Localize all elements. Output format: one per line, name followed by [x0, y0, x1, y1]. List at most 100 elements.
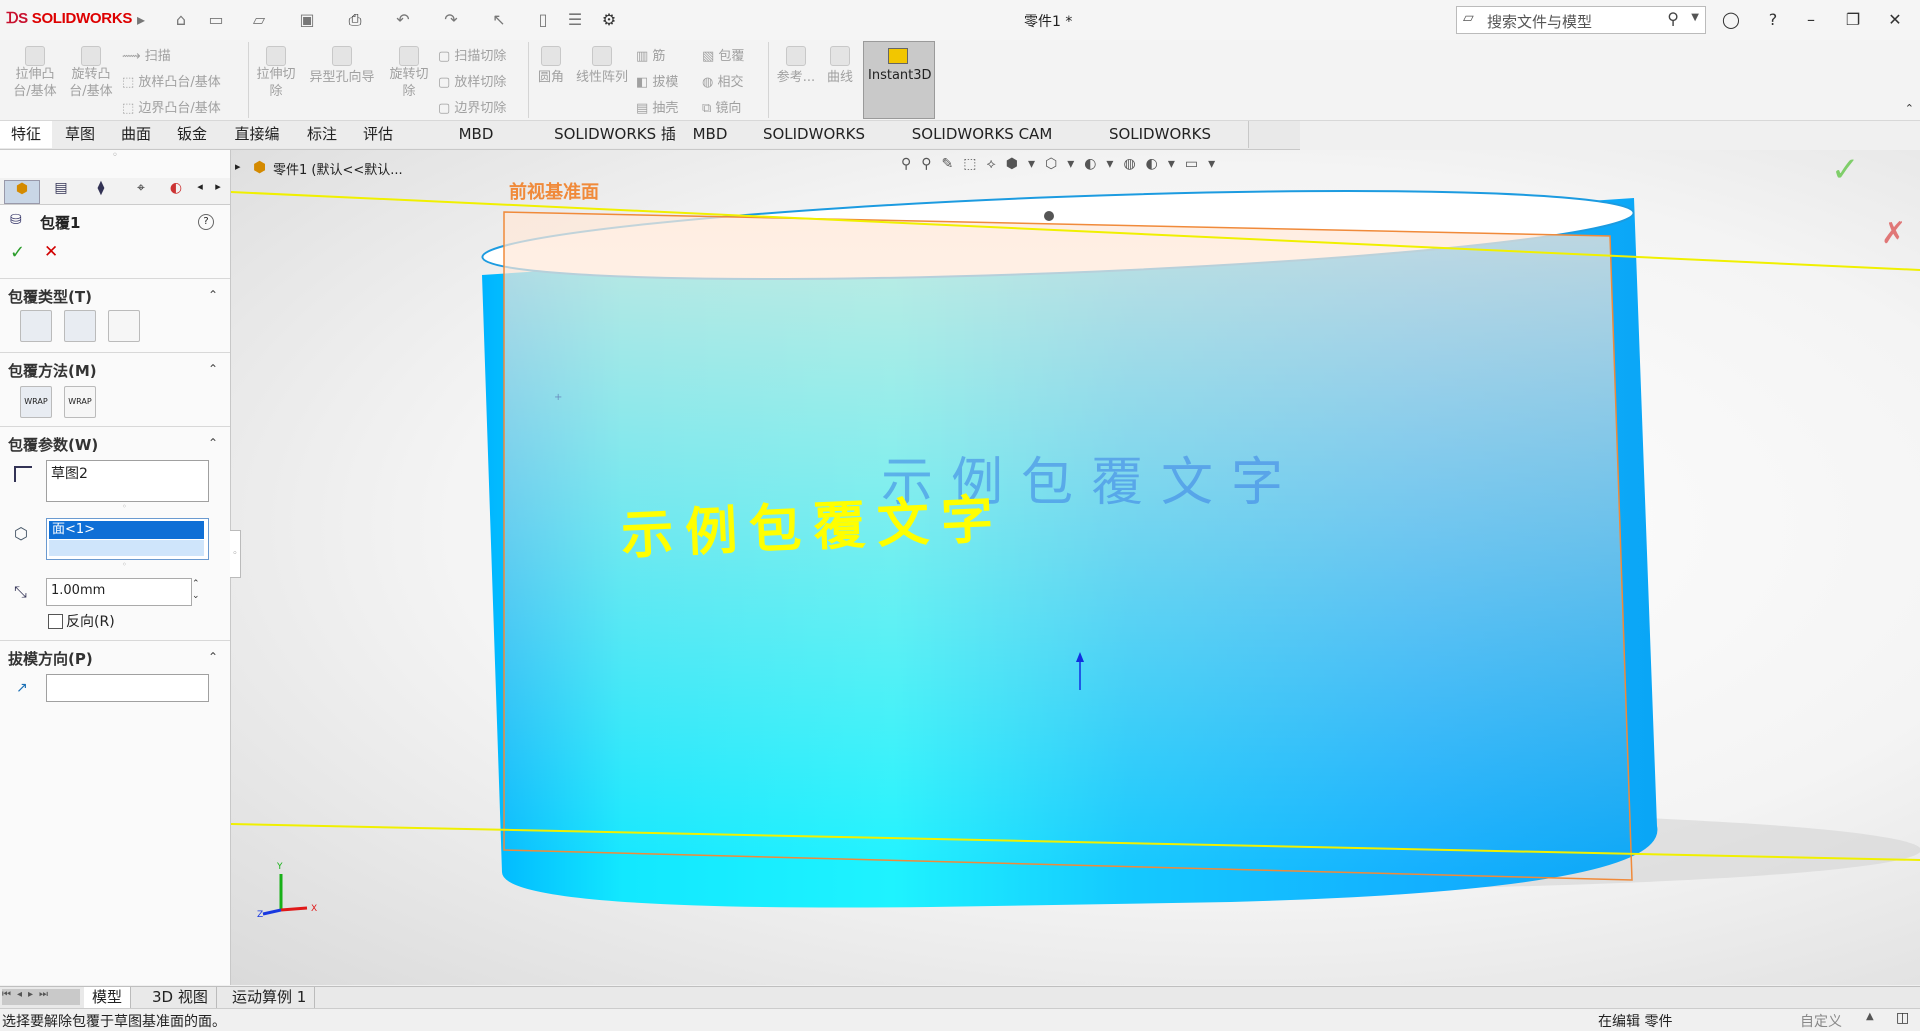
tab-6[interactable]: 评估	[350, 121, 407, 148]
wrap-button[interactable]: ▧ 包覆	[702, 45, 744, 64]
revolve-boss-button[interactable]: 旋转凸 台/基体	[66, 46, 116, 100]
reference-geometry-button[interactable]: 参考...	[774, 46, 818, 85]
face-selection-item[interactable]: 面<1>	[49, 521, 204, 539]
select-icon[interactable]: ↖	[488, 9, 510, 31]
extrude-cut-button[interactable]: 拉伸切 除	[254, 46, 298, 100]
resize-handle[interactable]: ◦	[122, 560, 127, 569]
cancel-x-button[interactable]: ✕	[44, 242, 58, 262]
open-icon[interactable]: ▱	[248, 9, 270, 31]
restore-button[interactable]: ❐	[1838, 8, 1868, 32]
chevron-up-icon[interactable]: ▲	[1866, 1011, 1874, 1022]
draft-direction-box[interactable]	[46, 674, 209, 702]
redo-icon[interactable]: ↷	[440, 9, 462, 31]
feature-manager-icon[interactable]: ⬢	[4, 180, 40, 204]
sketch-selection-box[interactable]: 草图2	[46, 460, 209, 502]
tab-scroll-right-icon[interactable]: ▸	[210, 180, 226, 202]
extrude-boss-button[interactable]: 拉伸凸 台/基体	[10, 46, 60, 100]
panel-collapse-handle[interactable]: ◦	[230, 530, 241, 578]
dimxpert-manager-icon[interactable]: ⌖	[124, 180, 158, 202]
status-custom[interactable]: 自定义	[1800, 1011, 1842, 1031]
configuration-manager-icon[interactable]: ⧫	[84, 180, 118, 202]
property-manager-icon[interactable]: ▤	[44, 180, 78, 202]
boundary-cut-button[interactable]: ▢ 边界切除	[438, 97, 506, 116]
tab-2[interactable]: 曲面	[108, 121, 165, 148]
tree-expand-icon[interactable]: ▸	[235, 160, 241, 173]
search-input[interactable]: 搜索文件与模型	[1487, 11, 1592, 32]
help-icon[interactable]: ?	[198, 214, 214, 230]
tab-3[interactable]: 钣金	[164, 121, 221, 148]
draft-button[interactable]: ◧ 拔模	[636, 71, 678, 90]
intersect-button[interactable]: ◍ 相交	[702, 71, 744, 90]
rebuild-icon[interactable]: ▯	[532, 9, 554, 31]
sweep-button[interactable]: ⟿ 扫描	[122, 45, 171, 64]
mirror-button[interactable]: ⧉ 镜向	[702, 97, 741, 116]
display-manager-icon[interactable]: ◐	[164, 180, 188, 202]
reverse-checkbox[interactable]	[48, 614, 63, 629]
home-icon[interactable]: ⌂	[170, 9, 192, 31]
bottom-tab-0[interactable]: 模型	[84, 987, 132, 1008]
instant3d-button[interactable]: Instant3D	[863, 41, 935, 119]
minimize-button[interactable]: –	[1796, 8, 1826, 32]
panel-splitter[interactable]: ◦	[0, 150, 230, 172]
bottom-tab-2[interactable]: 运动算例 1	[224, 987, 316, 1008]
wrap-method-spline-button[interactable]: WRAP	[64, 386, 96, 418]
print-icon[interactable]: ⎙	[344, 9, 366, 31]
undo-icon[interactable]: ↶	[392, 9, 414, 31]
loft-cut-button[interactable]: ▢ 放样切除	[438, 71, 506, 90]
tab-4[interactable]: 直接编辑	[220, 121, 295, 170]
search-box[interactable]: ▱ 搜索文件与模型 ⚲ ▼	[1456, 6, 1706, 34]
solidworks-logo[interactable]: ᗪS SOLIDWORKS	[6, 10, 132, 27]
graphics-viewport[interactable]: + 前视基准面 示例包覆文字 示例包覆文字 ⚲⚲✎⬚⟡⬢▾⬡▾◐▾◍◐▾▭▾ ▸…	[231, 150, 1920, 985]
tab-8[interactable]: SOLIDWORKS 插件	[546, 121, 685, 170]
confirm-corner-ok-icon[interactable]: ✓	[1831, 150, 1860, 190]
chevron-up-icon[interactable]: ⌃	[208, 650, 220, 664]
chat-icon[interactable]: ◫	[1896, 1010, 1909, 1026]
shell-button[interactable]: ▤ 抽壳	[636, 97, 678, 116]
tab-7[interactable]: MBD Dimensions	[406, 121, 547, 170]
menu-expand-icon[interactable]: ▸	[130, 9, 152, 31]
tab-5[interactable]: 标注	[294, 121, 351, 148]
rib-button[interactable]: ▥ 筋	[636, 45, 665, 64]
tab-9[interactable]: MBD	[684, 121, 737, 148]
tab-11[interactable]: SOLIDWORKS CAM TBM	[892, 121, 1073, 170]
save-icon[interactable]: ▣	[296, 9, 318, 31]
user-account-icon[interactable]: ◯	[1716, 8, 1746, 32]
tab-scroll-left-icon[interactable]: ◂	[192, 180, 208, 202]
linear-pattern-button[interactable]: 线性阵列	[572, 46, 632, 85]
resize-handle[interactable]: ◦	[122, 502, 127, 511]
file-properties-icon[interactable]: ☰	[564, 9, 586, 31]
wrap-type-scribe-button[interactable]	[108, 310, 140, 342]
collapse-ribbon-icon[interactable]: ⌃	[1905, 102, 1914, 115]
chevron-up-icon[interactable]: ⌃	[208, 436, 220, 450]
close-button[interactable]: ✕	[1880, 8, 1910, 32]
options-gear-icon[interactable]: ⚙	[598, 9, 620, 31]
feature-tree-root[interactable]: 零件1 (默认<<默认...	[273, 159, 403, 178]
heads-up-view-toolbar[interactable]: ⚲⚲✎⬚⟡⬢▾⬡▾◐▾◍◐▾▭▾	[901, 156, 1225, 172]
wrap-method-analytical-button[interactable]: WRAP	[20, 386, 52, 418]
new-document-icon[interactable]: ▭	[205, 9, 227, 31]
confirm-corner-cancel-icon[interactable]: ✗	[1881, 216, 1906, 251]
curves-button[interactable]: 曲线	[822, 46, 858, 85]
loft-boss-button[interactable]: ⬚ 放样凸台/基体	[122, 71, 221, 90]
tab-10[interactable]: SOLIDWORKS CAM	[736, 121, 893, 170]
search-icon[interactable]: ⚲	[1667, 9, 1679, 28]
tab-12[interactable]: SOLIDWORKS Inspection	[1072, 121, 1249, 170]
bottom-tab-1[interactable]: 3D 视图	[144, 987, 217, 1008]
chevron-up-icon[interactable]: ⌃	[208, 288, 220, 302]
tab-1[interactable]: 草图	[52, 121, 109, 148]
thickness-input[interactable]: 1.00mm	[46, 578, 192, 606]
tab-0[interactable]: 特征	[0, 121, 53, 148]
help-icon[interactable]: ?	[1758, 8, 1788, 32]
fillet-button[interactable]: 圆角	[534, 46, 568, 85]
chevron-up-icon[interactable]: ⌃	[208, 362, 220, 376]
ok-check-button[interactable]: ✓	[10, 242, 25, 263]
tab-navigation-arrows[interactable]: ⏮◂▸⏭	[2, 989, 80, 1005]
face-selection-box[interactable]: 面<1>	[46, 518, 209, 560]
wrap-type-emboss-button[interactable]	[20, 310, 52, 342]
thickness-spinner[interactable]: ⌃ ⌄	[192, 578, 200, 602]
boundary-boss-button[interactable]: ⬚ 边界凸台/基体	[122, 97, 221, 116]
sweep-cut-button[interactable]: ▢ 扫描切除	[438, 45, 506, 64]
wrap-type-deboss-button[interactable]	[64, 310, 96, 342]
hole-wizard-button[interactable]: 异型孔向导	[304, 46, 380, 85]
revolve-cut-button[interactable]: 旋转切 除	[384, 46, 434, 100]
